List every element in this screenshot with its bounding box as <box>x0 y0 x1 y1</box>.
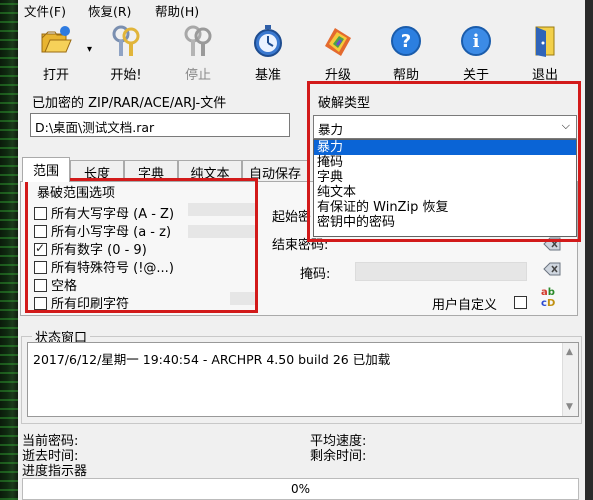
exit-button[interactable]: 退出 <box>519 22 571 83</box>
svg-text:i: i <box>473 31 480 52</box>
stop-label: 停止 <box>184 68 211 83</box>
help-icon: ? <box>391 26 421 56</box>
progress-indicator-label: 进度指示器 <box>22 464 88 479</box>
remaining-time-label: 剩余时间: <box>310 449 367 464</box>
start-label: 开始! <box>110 68 142 83</box>
archive-label: 已加密的 ZIP/RAR/ACE/ARJ-文件 <box>32 96 227 111</box>
menu-file[interactable]: 文件(F) <box>24 1 66 20</box>
open-dropdown-arrow[interactable]: ▾ <box>87 44 92 55</box>
scroll-up-arrow[interactable]: ▲ <box>566 347 573 357</box>
progress-percent: 0% <box>290 482 311 496</box>
menu-help[interactable]: 帮助(H) <box>155 1 199 20</box>
scroll-down-arrow[interactable]: ▼ <box>566 402 573 412</box>
status-log-line: 2017/6/12/星期一 19:40:54 - ARCHPR 4.50 bui… <box>33 352 391 367</box>
key-start-icon <box>112 25 140 56</box>
status-scrollbar[interactable]: ▲ ▼ <box>562 343 578 416</box>
svg-text:?: ? <box>401 31 411 52</box>
mask-label: 掩码: <box>300 267 331 282</box>
stop-button[interactable]: 停止 <box>172 22 224 83</box>
user-defined-label: 用户自定义 <box>432 298 498 313</box>
benchmark-label: 基准 <box>254 68 281 83</box>
open-label: 打开 <box>42 68 69 83</box>
help-button[interactable]: ? 帮助 <box>380 22 432 83</box>
highlight-attack-type <box>307 81 581 242</box>
checkbox-user-defined[interactable] <box>514 296 527 309</box>
clear-mask-icon[interactable] <box>542 261 562 277</box>
menu-recovery[interactable]: 恢复(R) <box>88 1 131 20</box>
background-strip-left <box>0 0 18 500</box>
about-button[interactable]: i 关于 <box>450 22 502 83</box>
key-stop-icon <box>184 25 212 56</box>
highlight-range-options <box>25 178 258 313</box>
benchmark-button[interactable]: 基准 <box>242 22 294 83</box>
mask-field[interactable] <box>355 262 527 281</box>
background-strip-right <box>585 0 593 500</box>
info-icon: i <box>461 26 491 56</box>
folder-open-icon <box>41 26 72 53</box>
upgrade-button[interactable]: 升级 <box>312 22 364 83</box>
progress-bar: 0% <box>22 478 579 500</box>
menu-bar: 文件(F) 恢复(R) 帮助(H) <box>18 0 585 20</box>
charset-abc-icon[interactable]: ab cD <box>541 287 563 311</box>
open-button[interactable]: 打开 <box>30 22 82 83</box>
tab-range[interactable]: 范围 <box>22 157 70 182</box>
status-log: 2017/6/12/星期一 19:40:54 - ARCHPR 4.50 bui… <box>27 342 579 417</box>
archive-path-field[interactable]: D:\桌面\测试文档.rar <box>30 113 290 137</box>
exit-door-icon <box>535 26 555 57</box>
upgrade-icon <box>325 28 351 56</box>
start-button[interactable]: 开始! <box>100 22 152 83</box>
stopwatch-icon <box>254 25 282 57</box>
start-password-label: 起始密 <box>272 210 312 225</box>
